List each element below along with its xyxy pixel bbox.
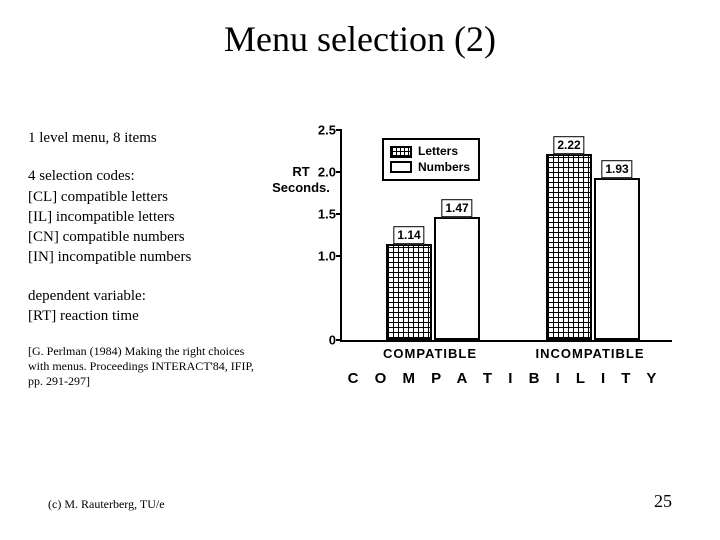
ytick-2-5: 2.5 <box>304 123 336 138</box>
menu-spec: 1 level menu, 8 items <box>28 128 268 148</box>
bar-value-cl: 1.14 <box>393 226 424 244</box>
code-cn: [CN] compatible numbers <box>28 227 268 247</box>
plot-area: Letters Numbers 1.14 1.47 2.22 1.93 <box>340 130 672 342</box>
rt-bar-chart: RT Seconds. 2.5 2.0 1.5 1.0 0 Letters Nu… <box>270 120 690 420</box>
slide-title: Menu selection (2) <box>0 18 720 60</box>
footer-copyright: (c) M. Rauterberg, TU/e <box>48 497 165 512</box>
ytick-0: 0 <box>304 333 336 348</box>
selection-codes: 4 selection codes: [CL] compatible lette… <box>28 166 268 267</box>
x-axis-title: C O M P A T I B I L I T Y <box>340 370 670 387</box>
legend-label-letters: Letters <box>418 144 458 160</box>
bar-value-in: 1.93 <box>601 160 632 178</box>
legend-swatch-numbers-icon <box>390 161 412 173</box>
xcat-compatible: COMPATIBLE <box>383 346 477 361</box>
xcat-incompatible: INCOMPATIBLE <box>535 346 644 361</box>
description-column: 1 level menu, 8 items 4 selection codes:… <box>28 128 268 407</box>
bar-incompatible-letters: 2.22 <box>546 154 592 340</box>
legend-label-numbers: Numbers <box>418 160 470 176</box>
bar-value-il: 2.22 <box>553 136 584 154</box>
ytick-2-0: 2.0 <box>304 165 336 180</box>
ytick-1-5: 1.5 <box>304 207 336 222</box>
bar-compatible-numbers: 1.47 <box>434 217 480 340</box>
legend-row-numbers: Numbers <box>390 160 470 176</box>
y-axis-label-line2: Seconds. <box>266 180 336 196</box>
dv-line: [RT] reaction time <box>28 306 268 326</box>
slide: Menu selection (2) 1 level menu, 8 items… <box>0 0 720 540</box>
citation: [G. Perlman (1984) Making the right choi… <box>28 344 268 389</box>
code-in: [IN] incompatible numbers <box>28 247 268 267</box>
legend: Letters Numbers <box>382 138 480 181</box>
bar-compatible-letters: 1.14 <box>386 244 432 340</box>
slide-number: 25 <box>654 491 672 512</box>
bar-value-cn: 1.47 <box>441 199 472 217</box>
code-il: [IL] incompatible letters <box>28 207 268 227</box>
code-cl: [CL] compatible letters <box>28 187 268 207</box>
dependent-variable: dependent variable: [RT] reaction time <box>28 286 268 327</box>
codes-header: 4 selection codes: <box>28 166 268 186</box>
legend-row-letters: Letters <box>390 144 470 160</box>
ytick-1-0: 1.0 <box>304 249 336 264</box>
bar-incompatible-numbers: 1.93 <box>594 178 640 340</box>
legend-swatch-letters-icon <box>390 146 412 158</box>
dv-header: dependent variable: <box>28 286 268 306</box>
